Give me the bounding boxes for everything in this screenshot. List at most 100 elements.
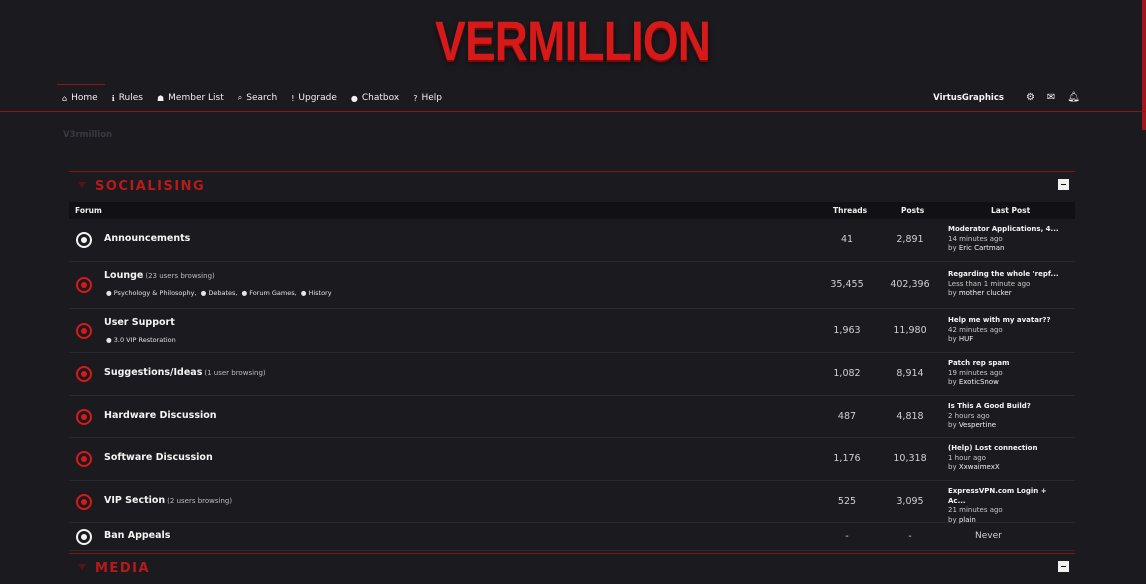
collapse-arrow-icon[interactable] bbox=[78, 564, 86, 570]
forum-title[interactable]: User Support bbox=[104, 317, 175, 328]
nav-item-search[interactable]: ⌕ Search bbox=[238, 93, 277, 103]
forum-title[interactable]: Software Discussion bbox=[104, 452, 213, 463]
last-post-by-label: by bbox=[948, 421, 959, 429]
thread-count: 1,963 bbox=[833, 325, 861, 336]
gear-icon[interactable]: ⚙ bbox=[1026, 92, 1035, 103]
column-forum: Forum bbox=[75, 206, 102, 215]
table-row: Suggestions/Ideas (1 user browsing) 1,082 8… bbox=[69, 353, 1075, 396]
forum-name[interactable]: Software Discussion bbox=[104, 452, 213, 463]
nav-item-upgrade[interactable]: ! Upgrade bbox=[291, 93, 337, 103]
forum-name[interactable]: Lounge bbox=[104, 270, 143, 281]
post-count: 10,318 bbox=[893, 453, 927, 464]
forum-title[interactable]: Announcements bbox=[104, 233, 190, 244]
thread-count: 1,176 bbox=[833, 453, 861, 464]
subforum-label[interactable]: Psychology & Philosophy, bbox=[114, 289, 197, 297]
forum-title[interactable]: Lounge (23 users browsing) bbox=[104, 270, 215, 281]
chat-icon: ● bbox=[350, 93, 358, 103]
breadcrumb[interactable]: V3rmillion bbox=[63, 130, 112, 140]
subforum-label[interactable]: Debates, bbox=[208, 289, 237, 297]
forum-status-icon bbox=[76, 366, 92, 382]
collapse-button[interactable] bbox=[1058, 561, 1069, 572]
nav-item-label: Search bbox=[246, 93, 278, 103]
post-count: 402,396 bbox=[890, 279, 930, 290]
last-post-time: 2 hours ago bbox=[948, 411, 990, 420]
nav-item-label: Rules bbox=[118, 93, 143, 103]
nav-item-home[interactable]: ⌂ Home bbox=[62, 93, 98, 103]
last-post: (Help) Lost connection 1 hour ago by Xxwai… bbox=[948, 444, 1066, 473]
table-row: Lounge (23 users browsing) ● Psychology & … bbox=[69, 262, 1075, 309]
subforum-link[interactable]: ● History bbox=[301, 289, 332, 297]
last-post: Help me with my avatar?? 42 minutes ago by… bbox=[948, 316, 1066, 345]
thread-count: - bbox=[845, 531, 849, 542]
forum-title[interactable]: Suggestions/Ideas (1 user browsing) bbox=[104, 367, 266, 378]
nav-item-label: Upgrade bbox=[298, 93, 337, 103]
forum-name[interactable]: Hardware Discussion bbox=[104, 410, 217, 421]
last-post-time: 1 hour ago bbox=[948, 453, 986, 462]
forum-name[interactable]: Ban Appeals bbox=[104, 530, 170, 541]
category-media: MEDIA bbox=[69, 553, 1075, 584]
category-header: MEDIA bbox=[69, 553, 1075, 584]
last-post-title[interactable]: Moderator Applications, 4... bbox=[948, 225, 1066, 235]
last-post-title[interactable]: ExpressVPN.com Login + Ac... bbox=[948, 487, 1066, 506]
table-row: User Support ● 3.0 VIP Restoration 1,963 11… bbox=[69, 309, 1075, 353]
last-post-author-link[interactable]: HUF bbox=[959, 335, 973, 343]
site-logo[interactable]: VERMILLION bbox=[436, 10, 712, 72]
main-nav: ⌂ Home ℹ Rules ☗ Member List ⌕ Search ! Upgrade ● C… bbox=[62, 93, 456, 103]
nav-item-chatbox[interactable]: ● Chatbox bbox=[351, 93, 399, 103]
forum-name[interactable]: VIP Section bbox=[104, 495, 165, 506]
table-row: Hardware Discussion 487 4,818 Is This A Goo… bbox=[69, 396, 1075, 438]
forum-status-icon bbox=[76, 409, 92, 425]
last-post-by-label: by bbox=[948, 463, 959, 471]
bell-icon[interactable]: 🔔︎ bbox=[1067, 92, 1080, 103]
users-browsing: (2 users browsing) bbox=[167, 497, 233, 505]
subforum-link[interactable]: ● 3.0 VIP Restoration bbox=[106, 336, 176, 344]
last-post-title[interactable]: Help me with my avatar?? bbox=[948, 316, 1066, 326]
nav-item-rules[interactable]: ℹ Rules bbox=[112, 93, 143, 103]
thread-count: 41 bbox=[840, 234, 854, 245]
last-post-by-label: by bbox=[948, 289, 959, 297]
nav-active-indicator bbox=[57, 84, 105, 85]
table-row: VIP Section (2 users browsing) 525 3,095 Exp… bbox=[69, 481, 1075, 524]
subforum-label[interactable]: 3.0 VIP Restoration bbox=[114, 336, 176, 344]
last-post-title[interactable]: Patch rep spam bbox=[948, 359, 1066, 369]
last-post-author-link[interactable]: Eric Cartman bbox=[959, 244, 1005, 252]
subforum-label[interactable]: Forum Games, bbox=[249, 289, 296, 297]
forum-name[interactable]: Announcements bbox=[104, 233, 190, 244]
last-post-author-link[interactable]: ExoticSnow bbox=[959, 378, 999, 386]
last-post-author-link[interactable]: Vespertine bbox=[959, 421, 996, 429]
collapse-arrow-icon[interactable] bbox=[78, 182, 86, 188]
subforum-link[interactable]: ● Forum Games, bbox=[241, 289, 296, 297]
forum-name[interactable]: Suggestions/Ideas bbox=[104, 367, 202, 378]
subforum-list: ● Psychology & Philosophy, ● Debates, ● Fo… bbox=[106, 289, 336, 297]
last-post-title[interactable]: Is This A Good Build? bbox=[948, 402, 1066, 412]
subforum-label[interactable]: History bbox=[308, 289, 331, 297]
last-post-time: Less than 1 minute ago bbox=[948, 279, 1031, 288]
last-post-title[interactable]: (Help) Lost connection bbox=[948, 444, 1066, 454]
table-row: Announcements 41 2,891 Moderator Applicatio… bbox=[69, 219, 1075, 262]
last-post-author-link[interactable]: mother clucker bbox=[959, 289, 1012, 297]
table-header: Forum Threads Posts Last Post bbox=[69, 202, 1075, 219]
last-post-author: by XxwaimexX bbox=[948, 463, 1066, 473]
user-area: VirtusGraphics ⚙ ✉ 🔔︎ bbox=[933, 92, 1080, 103]
last-post-time: 14 minutes ago bbox=[948, 234, 1003, 243]
last-post-author: by mother clucker bbox=[948, 289, 1066, 299]
nav-item-member-list[interactable]: ☗ Member List bbox=[157, 93, 224, 103]
forum-title[interactable]: VIP Section (2 users browsing) bbox=[104, 495, 232, 506]
subforum-list: ● 3.0 VIP Restoration bbox=[106, 336, 180, 344]
username-link[interactable]: VirtusGraphics bbox=[933, 93, 1004, 103]
thread-count: 1,082 bbox=[833, 368, 861, 379]
nav-item-help[interactable]: ? Help bbox=[413, 93, 442, 103]
forum-title[interactable]: Ban Appeals bbox=[104, 530, 170, 541]
forum-name[interactable]: User Support bbox=[104, 317, 175, 328]
collapse-button[interactable] bbox=[1058, 179, 1069, 190]
help-icon: ? bbox=[413, 93, 418, 103]
users-browsing: (1 user browsing) bbox=[204, 369, 266, 377]
last-post-title[interactable]: Regarding the whole 'repf... bbox=[948, 270, 1066, 280]
last-post-author: by Vespertine bbox=[948, 421, 1066, 431]
subforum-link[interactable]: ● Debates, bbox=[201, 289, 238, 297]
last-post-author-link[interactable]: XxwaimexX bbox=[959, 463, 1000, 471]
subforum-link[interactable]: ● Psychology & Philosophy, bbox=[106, 289, 197, 297]
forum-title[interactable]: Hardware Discussion bbox=[104, 410, 217, 421]
post-count: 2,891 bbox=[896, 234, 924, 245]
envelope-icon[interactable]: ✉ bbox=[1047, 92, 1055, 103]
